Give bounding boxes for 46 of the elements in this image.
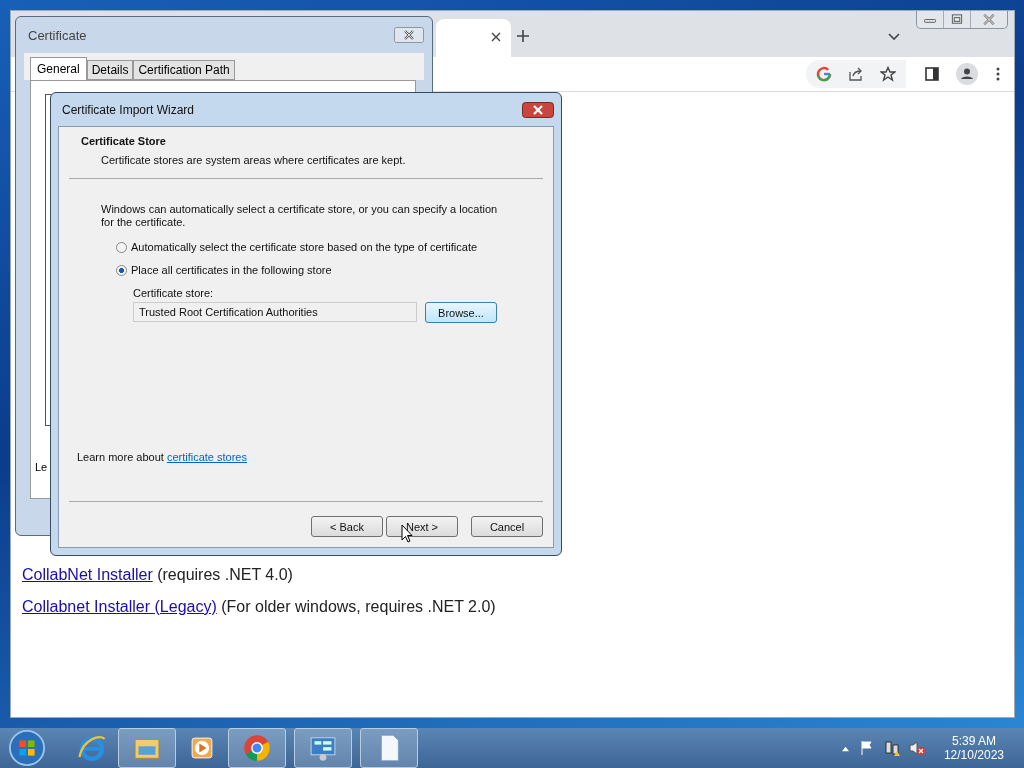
wizard-button[interactable]: < Back xyxy=(311,516,383,537)
intro-text: Windows can automatically select a certificate store, or you can specify a location for the certificate. xyxy=(101,203,499,229)
download-link[interactable]: CollabNet Installer xyxy=(22,566,153,583)
learn-more-text: Le xyxy=(35,461,48,473)
plus-icon[interactable] xyxy=(517,30,529,42)
taskbar-button[interactable] xyxy=(360,728,418,768)
radio-button[interactable] xyxy=(116,241,127,253)
learn-more-text: Learn more about xyxy=(77,451,165,463)
radio-option[interactable]: Automatically select the certificate store based on the type of certificate xyxy=(116,241,511,253)
radio-button[interactable] xyxy=(116,264,127,276)
profile-icon[interactable] xyxy=(956,63,978,85)
wizard-button[interactable]: Cancel xyxy=(471,516,543,537)
g-logo-icon[interactable] xyxy=(816,66,832,82)
clock-date[interactable]: 12/10/2023 xyxy=(943,748,1004,762)
share-icon[interactable] xyxy=(848,66,864,82)
close-icon[interactable] xyxy=(522,101,554,118)
dialog-tab[interactable]: Details xyxy=(86,60,134,80)
network-icon[interactable] xyxy=(883,740,900,756)
step-description: Certificate stores are system areas where certificates are kept. xyxy=(100,154,407,166)
dialog-tab[interactable]: Certification Path xyxy=(133,60,235,80)
wizard-button[interactable]: Next > xyxy=(386,516,458,537)
certificate-stores-link[interactable]: certificate stores xyxy=(166,451,247,463)
browse-button[interactable]: Browse... xyxy=(425,302,497,323)
dialog-title: Certificate Import Wizard xyxy=(62,102,195,117)
certificate-store-field[interactable]: Trusted Root Certification Authorities xyxy=(133,302,417,322)
download-link[interactable]: Collabnet Installer (Legacy) xyxy=(22,598,217,615)
clock-time[interactable]: 5:39 AM xyxy=(951,734,996,748)
volume-muted-icon[interactable] xyxy=(908,740,925,756)
field-label: Certificate store: xyxy=(133,287,215,299)
chevron-down-icon[interactable] xyxy=(888,33,900,41)
side-panel-icon[interactable] xyxy=(924,66,940,82)
start-button-icon[interactable] xyxy=(8,729,46,767)
taskbar-button[interactable] xyxy=(228,728,286,768)
show-hidden-icons-icon[interactable] xyxy=(840,744,850,752)
close-icon[interactable] xyxy=(394,27,424,43)
taskbar-button[interactable] xyxy=(294,728,352,768)
flag-icon[interactable] xyxy=(858,740,875,756)
link-note: (For older windows, requires .NET 2.0) xyxy=(220,598,496,615)
star-icon[interactable] xyxy=(880,66,896,82)
dialog-tab[interactable]: General xyxy=(30,57,87,80)
close-icon[interactable] xyxy=(491,32,501,42)
address-bar[interactable] xyxy=(806,60,906,88)
dialog-title: Certificate xyxy=(28,27,87,43)
step-heading: Certificate Store xyxy=(81,135,167,147)
link-note: (requires .NET 4.0) xyxy=(156,566,293,583)
radio-option[interactable]: Place all certificates in the following store xyxy=(116,264,511,276)
